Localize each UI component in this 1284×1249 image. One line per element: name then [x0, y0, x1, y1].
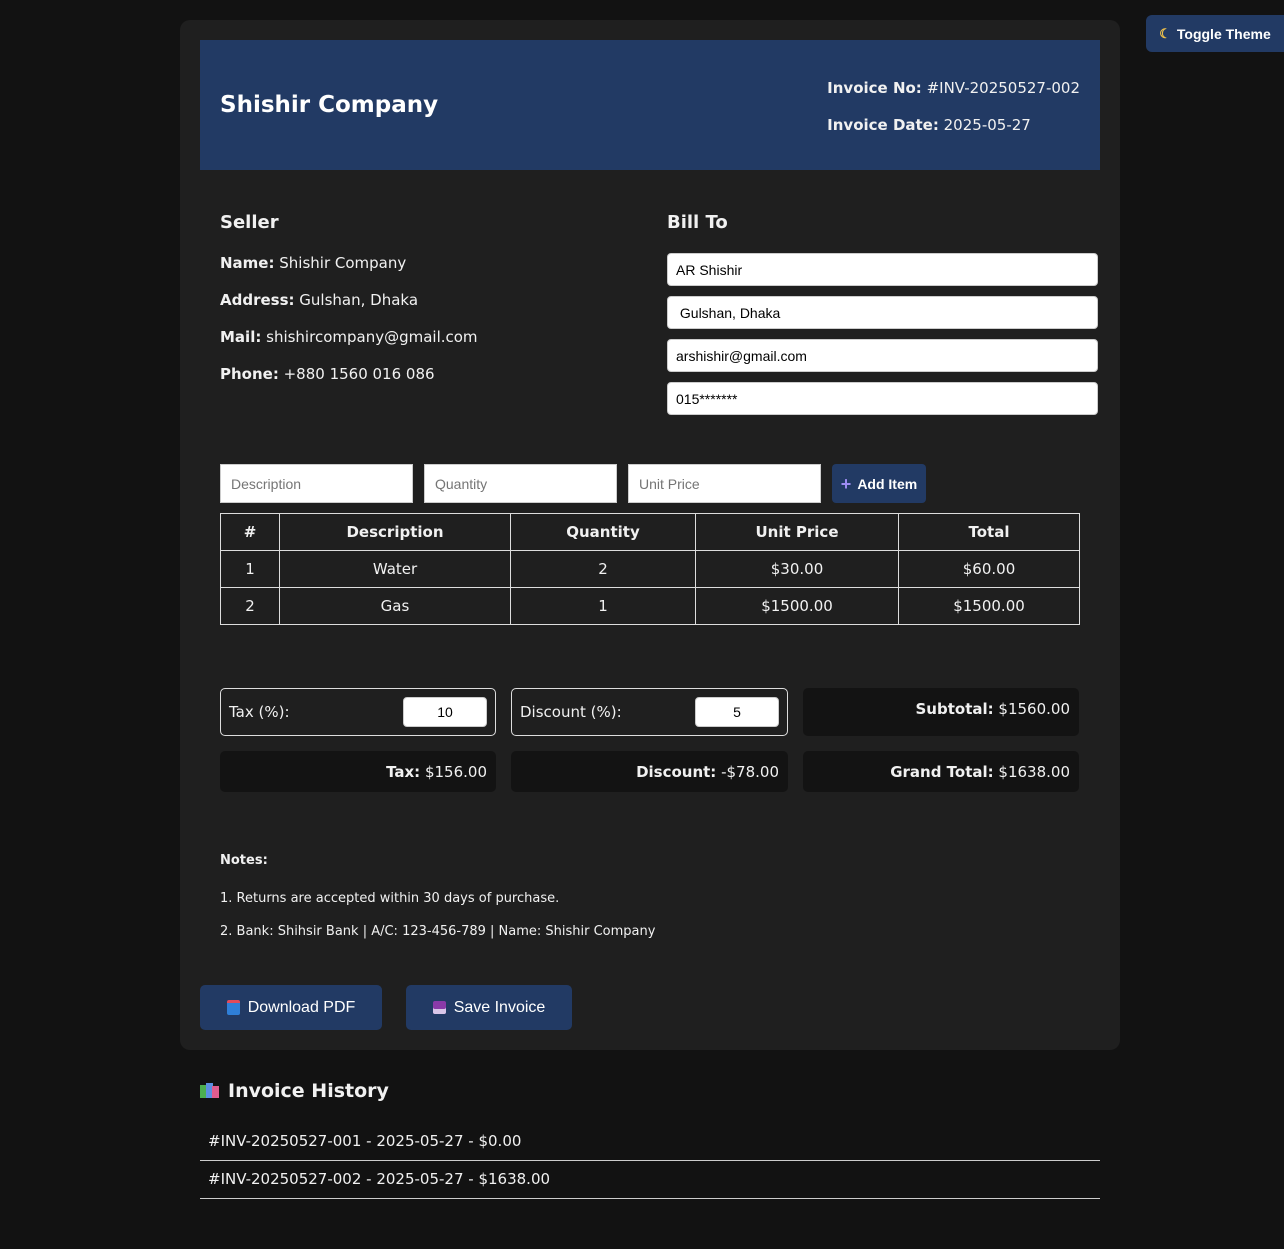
bill-to-address-input[interactable]	[667, 296, 1098, 329]
col-header-index: #	[220, 513, 280, 551]
invoice-history-list: #INV-20250527-001 - 2025-05-27 - $0.00 #…	[200, 1123, 1100, 1199]
seller-address-label: Address:	[220, 291, 295, 309]
subtotal-label: Subtotal:	[915, 700, 994, 718]
add-item-label: Add Item	[857, 475, 918, 492]
floppy-disk-icon	[432, 1001, 446, 1014]
cell-total: $1500.00	[898, 587, 1080, 625]
table-row: 1 Water 2 $30.00 $60.00	[220, 550, 1080, 588]
bill-to-phone-input[interactable]	[667, 382, 1098, 415]
col-header-unit-price: Unit Price	[695, 513, 899, 551]
seller-name-label: Name:	[220, 254, 275, 272]
discount-amount-label: Discount:	[636, 762, 717, 781]
invoice-header: Shishir Company Invoice No: #INV-2025052…	[200, 40, 1100, 170]
item-description-input[interactable]	[220, 464, 413, 503]
bill-to-title: Bill To	[667, 212, 728, 233]
tax-percent-input[interactable]	[403, 697, 487, 727]
seller-section: Seller Name: Shishir Company Address: Gu…	[220, 210, 640, 401]
cell-index: 2	[220, 587, 280, 625]
bill-to-section: Bill To	[667, 210, 1098, 425]
seller-mail-label: Mail:	[220, 328, 262, 346]
plus-icon: +	[840, 473, 852, 494]
note-line: 1. Returns are accepted within 30 days o…	[220, 891, 560, 906]
cell-description: Water	[279, 550, 511, 588]
cell-description: Gas	[279, 587, 511, 625]
invoice-card: Shishir Company Invoice No: #INV-2025052…	[180, 20, 1120, 1050]
items-table: # Description Quantity Unit Price Total …	[220, 513, 1080, 625]
moon-icon: ☾	[1159, 25, 1171, 41]
subtotal-value: $1560.00	[998, 700, 1070, 718]
tax-percent-label: Tax (%):	[229, 703, 290, 721]
invoice-number: #INV-20250527-002	[926, 79, 1080, 97]
seller-phone-label: Phone:	[220, 365, 279, 383]
history-item[interactable]: #INV-20250527-002 - 2025-05-27 - $1638.0…	[200, 1161, 1100, 1199]
col-header-quantity: Quantity	[510, 513, 696, 551]
col-header-description: Description	[279, 513, 511, 551]
col-header-total: Total	[898, 513, 1080, 551]
cell-unit-price: $1500.00	[695, 587, 899, 625]
seller-title: Seller	[220, 212, 279, 233]
toggle-theme-button[interactable]: ☾ Toggle Theme	[1146, 15, 1284, 52]
download-pdf-label: Download PDF	[247, 998, 356, 1016]
save-invoice-button[interactable]: Save Invoice	[406, 985, 572, 1030]
bill-to-email-input[interactable]	[667, 339, 1098, 372]
cell-total: $60.00	[898, 550, 1080, 588]
grand-total-label: Grand Total:	[890, 762, 994, 781]
tax-percent-box: Tax (%):	[220, 688, 496, 736]
table-row: 2 Gas 1 $1500.00 $1500.00	[220, 587, 1080, 625]
invoice-history-label: Invoice History	[228, 1080, 389, 1102]
note-line: 2. Bank: Shihsir Bank | A/C: 123-456-789…	[220, 924, 656, 939]
item-unit-price-input[interactable]	[628, 464, 821, 503]
discount-percent-label: Discount (%):	[520, 703, 622, 721]
discount-percent-input[interactable]	[695, 697, 779, 727]
notes-section: Notes: 1. Returns are accepted within 30…	[220, 850, 655, 956]
history-item[interactable]: #INV-20250527-001 - 2025-05-27 - $0.00	[200, 1123, 1100, 1161]
toggle-theme-label: Toggle Theme	[1176, 25, 1271, 42]
download-pdf-button[interactable]: Download PDF	[200, 985, 382, 1030]
books-icon	[200, 1083, 220, 1099]
cell-index: 1	[220, 550, 280, 588]
tax-amount-value: $156.00	[424, 762, 487, 781]
save-invoice-label: Save Invoice	[453, 998, 546, 1016]
item-quantity-input[interactable]	[424, 464, 617, 503]
subtotal-box: Subtotal: $1560.00	[803, 688, 1079, 736]
grand-total-box: Grand Total: $1638.00	[803, 751, 1079, 792]
invoice-meta: Invoice No: #INV-20250527-002 Invoice Da…	[827, 77, 1080, 151]
inbox-tray-icon	[226, 1000, 240, 1015]
bill-to-name-input[interactable]	[667, 253, 1098, 286]
discount-amount-value: -$78.00	[721, 762, 779, 781]
table-header-row: # Description Quantity Unit Price Total	[220, 513, 1080, 551]
invoice-date: 2025-05-27	[943, 116, 1031, 134]
notes-title: Notes:	[220, 853, 268, 868]
discount-amount-box: Discount: -$78.00	[511, 751, 788, 792]
invoice-number-label: Invoice No:	[827, 79, 922, 97]
cell-quantity: 2	[510, 550, 696, 588]
tax-amount-label: Tax:	[386, 762, 421, 781]
invoice-history-title: Invoice History	[200, 1080, 389, 1102]
discount-percent-box: Discount (%):	[511, 688, 788, 736]
grand-total-value: $1638.00	[998, 762, 1070, 781]
tax-amount-box: Tax: $156.00	[220, 751, 496, 792]
seller-mail: shishircompany@gmail.com	[266, 328, 478, 346]
add-item-button[interactable]: + Add Item	[832, 464, 926, 503]
cell-quantity: 1	[510, 587, 696, 625]
add-item-row: + Add Item	[220, 464, 926, 503]
invoice-date-label: Invoice Date:	[827, 116, 939, 134]
cell-unit-price: $30.00	[695, 550, 899, 588]
seller-address: Gulshan, Dhaka	[299, 291, 419, 309]
seller-name: Shishir Company	[279, 254, 407, 272]
seller-phone: +880 1560 016 086	[283, 365, 435, 383]
company-name: Shishir Company	[220, 92, 439, 118]
